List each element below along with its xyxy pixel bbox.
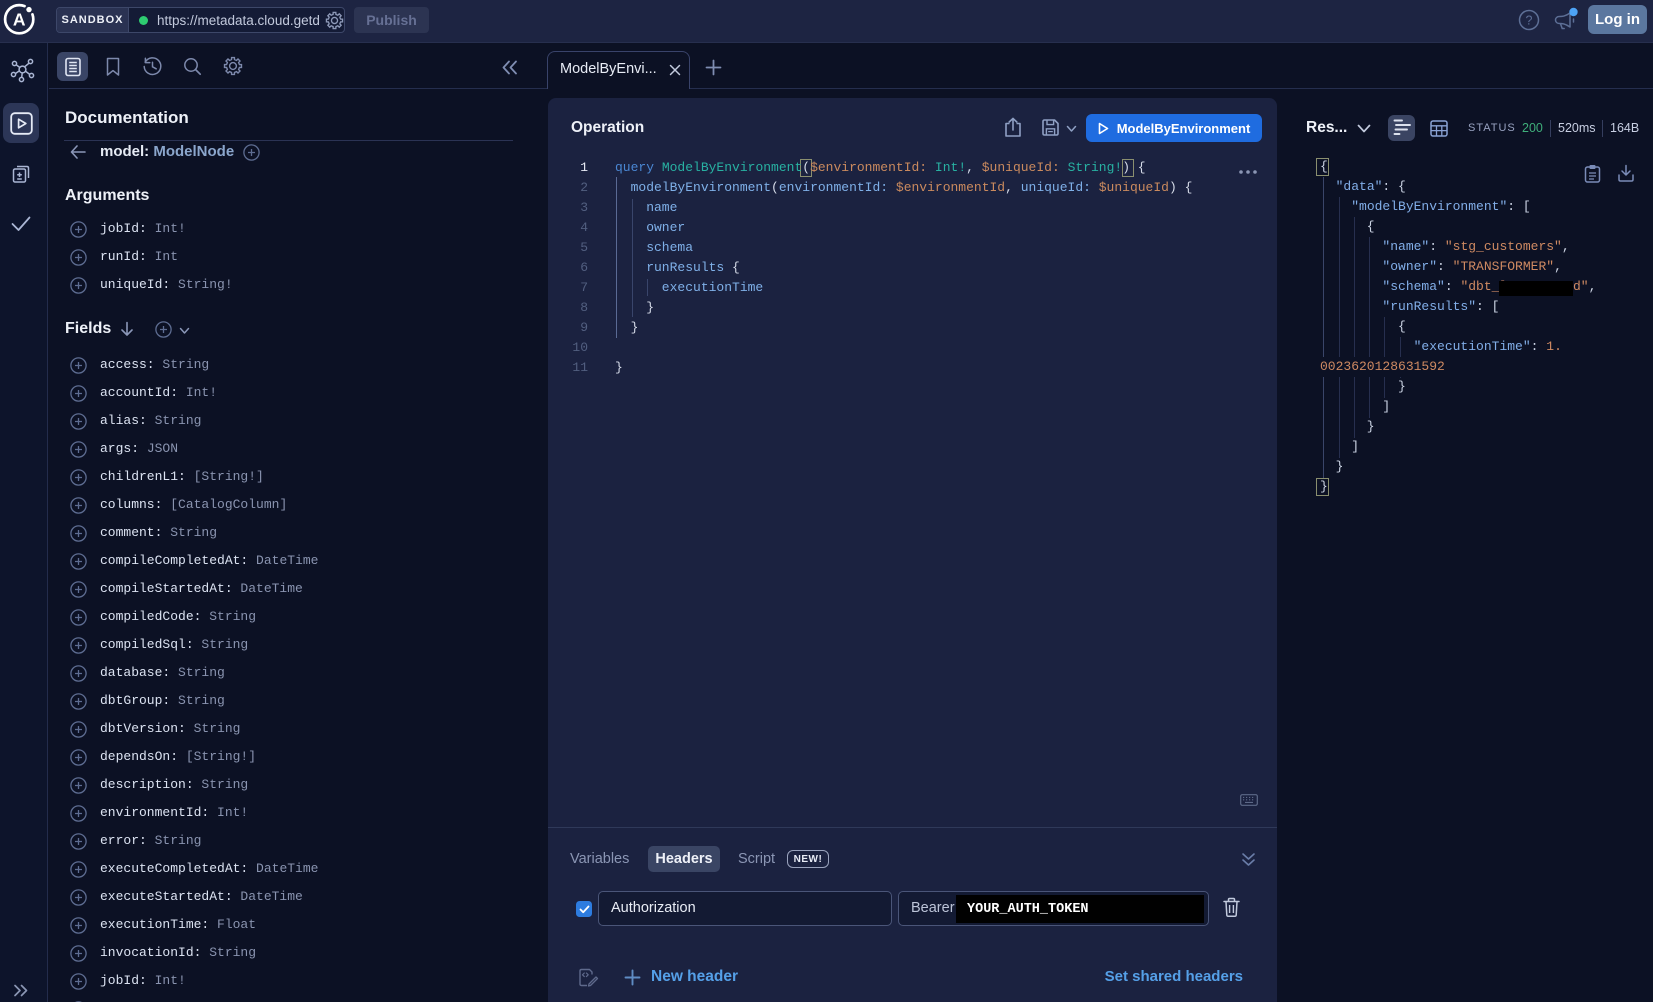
svg-text:A: A xyxy=(13,10,26,30)
svg-text:?: ? xyxy=(1526,14,1533,28)
